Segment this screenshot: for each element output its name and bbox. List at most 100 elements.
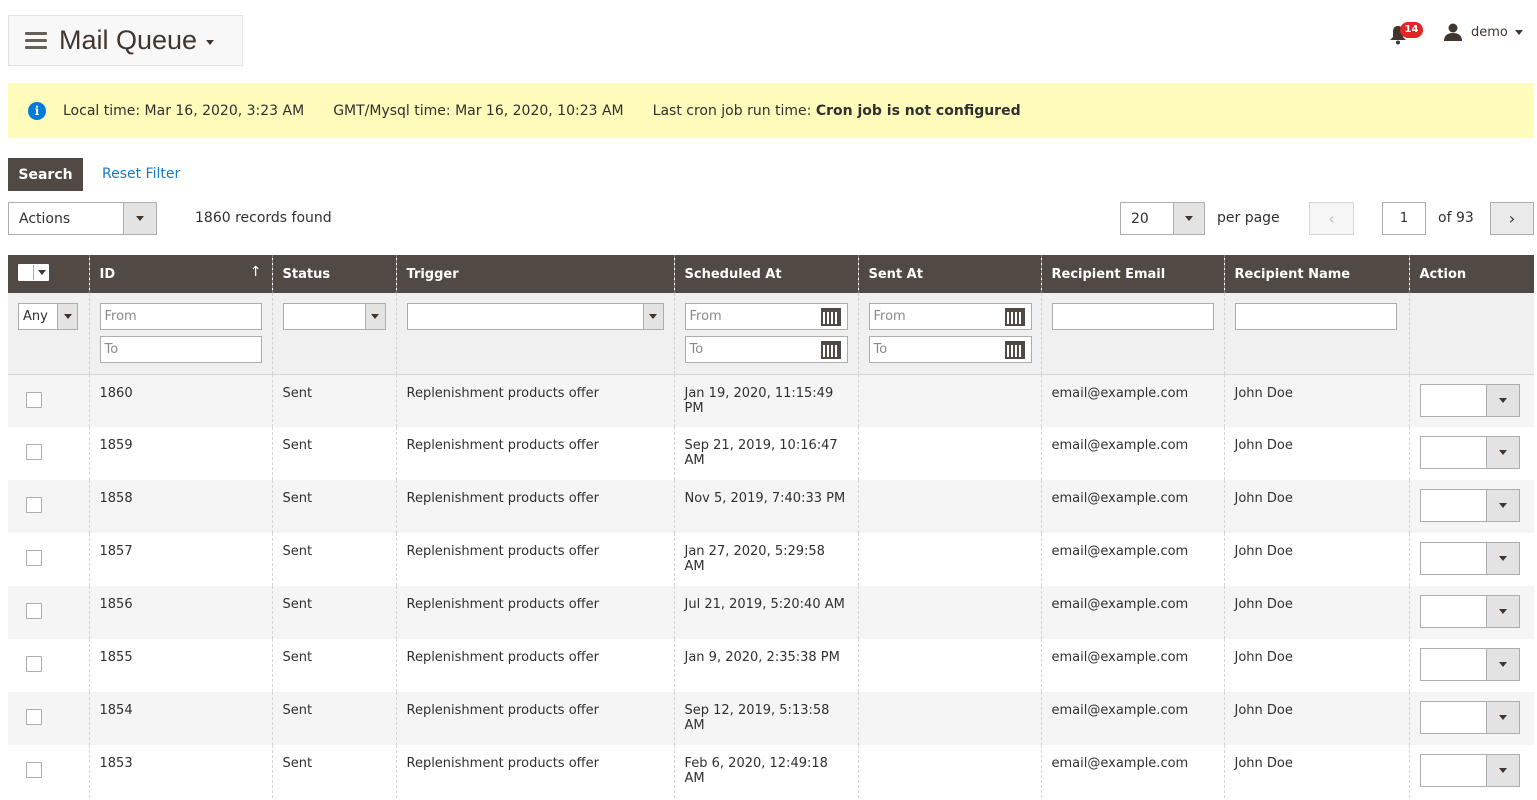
row-checkbox[interactable] — [26, 391, 42, 408]
calendar-icon[interactable] — [1004, 308, 1025, 326]
hamburger-icon — [25, 32, 47, 49]
records-found-count: 1860 records found — [195, 210, 332, 226]
row-checkbox[interactable] — [26, 550, 42, 566]
row-checkbox[interactable] — [26, 444, 42, 460]
row-action-select[interactable] — [1419, 436, 1520, 469]
id-from-filter[interactable]: From — [99, 303, 262, 330]
cell-action — [1408, 374, 1534, 427]
search-button[interactable]: Search — [8, 158, 83, 191]
recipient-name-filter[interactable] — [1234, 303, 1397, 330]
calendar-icon[interactable] — [820, 308, 841, 326]
table-row[interactable]: 1859 Sent Replenishment products offer Sep … — [8, 427, 1534, 480]
cell-trigger: Replenishment products offer — [395, 480, 674, 533]
sent-from-filter[interactable]: From — [868, 303, 1032, 330]
local-time-text: Local time: Mar 16, 2020, 3:23 AM — [63, 102, 305, 119]
mass-select-checkbox[interactable] — [18, 264, 49, 281]
row-checkbox[interactable] — [26, 656, 42, 672]
status-filter[interactable] — [282, 303, 386, 330]
mail-queue-grid: ID ↑ Status Trigger Scheduled At Sent At … — [8, 255, 1534, 798]
row-action-select[interactable] — [1419, 542, 1520, 575]
column-header-scheduled-at[interactable]: Scheduled At — [673, 255, 858, 293]
table-row[interactable]: 1856 Sent Replenishment products offer Jul … — [8, 586, 1534, 639]
row-action-select[interactable] — [1419, 648, 1520, 681]
column-header-trigger[interactable]: Trigger — [395, 255, 674, 293]
cell-id: 1857 — [88, 533, 272, 586]
table-row[interactable]: 1860 Sent Replenishment products offer Jan … — [8, 374, 1534, 427]
table-row[interactable]: 1854 Sent Replenishment products offer Sep … — [8, 692, 1534, 745]
cell-action — [1408, 639, 1534, 692]
cell-recipient-email: email@example.com — [1040, 480, 1224, 533]
dropdown-arrow-icon — [57, 304, 77, 329]
mass-select-filter[interactable]: Any — [18, 303, 78, 330]
cell-recipient-name: John Doe — [1223, 639, 1409, 692]
row-action-select[interactable] — [1419, 383, 1520, 417]
column-header-recipient-name[interactable]: Recipient Name — [1223, 255, 1409, 293]
scheduled-from-filter[interactable]: From — [684, 303, 848, 330]
cell-id: 1855 — [88, 639, 272, 692]
info-icon: i — [28, 101, 46, 120]
user-name: demo — [1471, 24, 1508, 40]
user-account-menu[interactable]: demo — [1443, 23, 1523, 41]
cell-trigger: Replenishment products offer — [395, 427, 674, 480]
row-checkbox[interactable] — [26, 709, 42, 725]
row-action-select[interactable] — [1419, 754, 1520, 787]
sent-from-placeholder: From — [873, 309, 906, 324]
calendar-icon[interactable] — [1004, 341, 1025, 359]
cell-sent-at — [857, 480, 1041, 533]
recipient-email-filter[interactable] — [1051, 303, 1214, 330]
id-to-filter[interactable]: To — [99, 336, 262, 363]
next-page-button[interactable]: › — [1490, 202, 1534, 235]
sent-to-filter[interactable]: To — [868, 336, 1032, 363]
cron-label: Last cron job run time: — [652, 102, 816, 119]
per-page-select[interactable]: 20 — [1120, 202, 1205, 235]
column-header-action: Action — [1408, 255, 1534, 293]
cell-status: Sent — [271, 639, 396, 692]
cell-status: Sent — [271, 480, 396, 533]
mass-actions-select[interactable]: Actions — [8, 202, 157, 235]
row-action-select[interactable] — [1419, 595, 1520, 628]
previous-page-button[interactable]: ‹ — [1309, 202, 1354, 235]
cell-id: 1853 — [88, 745, 272, 798]
column-header-status[interactable]: Status — [271, 255, 396, 293]
dropdown-arrow-icon — [364, 304, 385, 329]
reset-filter-link[interactable]: Reset Filter — [102, 166, 180, 182]
mass-select-header[interactable] — [8, 255, 89, 293]
notifications-count-badge[interactable]: 14 — [1400, 22, 1423, 38]
trigger-filter[interactable] — [406, 303, 664, 330]
column-header-recipient-email[interactable]: Recipient Email — [1040, 255, 1224, 293]
scheduled-to-filter[interactable]: To — [684, 336, 848, 363]
cell-sent-at — [857, 374, 1041, 427]
calendar-icon[interactable] — [820, 341, 841, 359]
cell-recipient-name: John Doe — [1223, 745, 1409, 798]
cell-recipient-email: email@example.com — [1040, 586, 1224, 639]
chevron-left-icon: ‹ — [1328, 209, 1335, 228]
page-title: Mail Queue — [59, 25, 198, 55]
row-checkbox[interactable] — [26, 497, 42, 513]
cell-recipient-name: John Doe — [1223, 480, 1409, 533]
cell-sent-at — [857, 586, 1041, 639]
row-action-select[interactable] — [1419, 701, 1520, 734]
row-action-select[interactable] — [1419, 489, 1520, 522]
cell-sent-at — [857, 533, 1041, 586]
page-title-menu-button[interactable]: Mail Queue — [8, 15, 243, 66]
column-header-sent-at[interactable]: Sent At — [857, 255, 1041, 293]
row-checkbox[interactable] — [26, 603, 42, 619]
cell-scheduled-at: Feb 6, 2020, 12:49:18 AM — [673, 745, 858, 798]
user-icon — [1444, 23, 1462, 41]
cell-status: Sent — [271, 745, 396, 798]
table-row[interactable]: 1855 Sent Replenishment products offer Jan … — [8, 639, 1534, 692]
current-page-input[interactable] — [1382, 202, 1426, 235]
row-select-cell — [8, 480, 89, 533]
column-header-id[interactable]: ID ↑ — [88, 255, 272, 293]
row-select-cell — [8, 586, 89, 639]
time-info-message: i Local time: Mar 16, 2020, 3:23 AM GMT/… — [8, 83, 1534, 138]
cell-id: 1860 — [88, 374, 272, 427]
scheduled-from-placeholder: From — [689, 309, 722, 324]
dropdown-arrow-icon — [1485, 543, 1519, 574]
table-row[interactable]: 1858 Sent Replenishment products offer Nov … — [8, 480, 1534, 533]
cell-scheduled-at: Sep 21, 2019, 10:16:47 AM — [673, 427, 858, 480]
table-row[interactable]: 1853 Sent Replenishment products offer Feb … — [8, 745, 1534, 798]
table-row[interactable]: 1857 Sent Replenishment products offer Jan … — [8, 533, 1534, 586]
cell-action — [1408, 586, 1534, 639]
row-checkbox[interactable] — [26, 762, 42, 778]
